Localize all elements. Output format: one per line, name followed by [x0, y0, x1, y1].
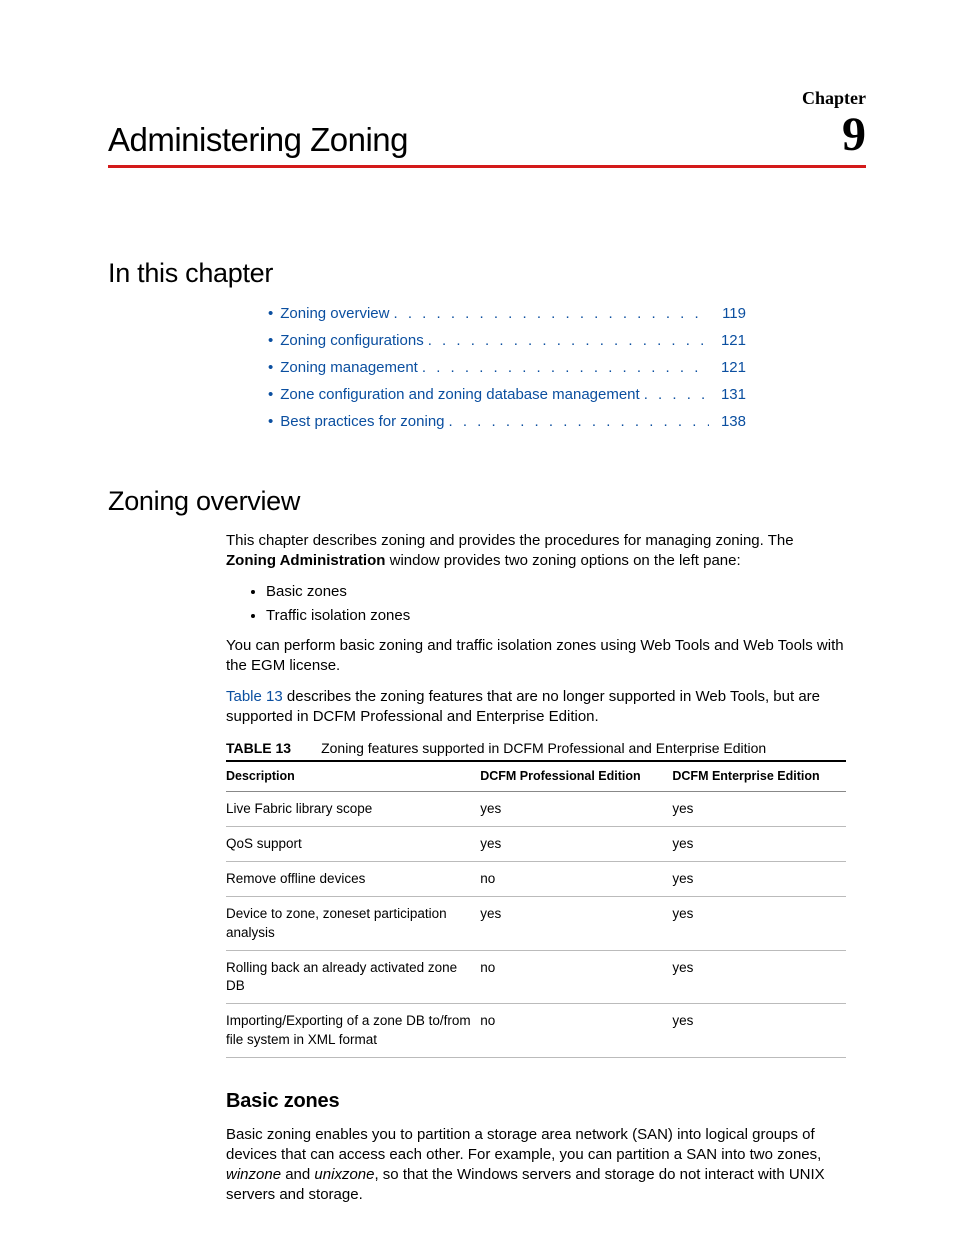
col-header: Description	[226, 761, 480, 791]
cell: yes	[480, 897, 672, 950]
features-table: Description DCFM Professional Edition DC…	[226, 760, 846, 1058]
table-ref-link[interactable]: Table 13	[226, 688, 283, 705]
toc-label: Best practices for zoning	[280, 411, 444, 432]
table-row: Live Fabric library scope yes yes	[226, 791, 846, 826]
toc-page: 138	[721, 411, 746, 432]
cell: Remove offline devices	[226, 862, 480, 897]
overview-paragraph-3: Table 13 describes the zoning features t…	[226, 687, 846, 728]
term-italic: winzone	[226, 1166, 281, 1183]
table-row: Remove offline devices no yes	[226, 862, 846, 897]
table-caption-text: Zoning features supported in DCFM Profes…	[321, 740, 766, 756]
toc-page: 131	[721, 384, 746, 405]
cell: QoS support	[226, 826, 480, 861]
bullet-icon: •	[268, 303, 273, 324]
table-row: Device to zone, zoneset participation an…	[226, 897, 846, 950]
overview-bullets: Basic zones Traffic isolation zones	[226, 582, 846, 627]
cell: Rolling back an already activated zone D…	[226, 950, 480, 1003]
cell: no	[480, 1004, 672, 1057]
cell: yes	[672, 791, 846, 826]
text: This chapter describes zoning and provid…	[226, 532, 794, 549]
list-item: Basic zones	[266, 582, 846, 602]
cell: yes	[672, 862, 846, 897]
cell: yes	[672, 1004, 846, 1057]
basic-zones-paragraph: Basic zoning enables you to partition a …	[226, 1125, 846, 1206]
toc-page: 119	[722, 303, 746, 324]
cell: Live Fabric library scope	[226, 791, 480, 826]
chapter-title-row: Administering Zoning 9	[108, 111, 866, 168]
cell: Device to zone, zoneset participation an…	[226, 897, 480, 950]
toc-dots: . . . . . . . . . . . . . . . . . . . . …	[393, 303, 710, 324]
heading-in-this-chapter: In this chapter	[108, 258, 866, 289]
toc-item[interactable]: • Zoning management . . . . . . . . . . …	[268, 357, 746, 378]
col-header: DCFM Professional Edition	[480, 761, 672, 791]
cell: no	[480, 950, 672, 1003]
cell: yes	[480, 791, 672, 826]
overview-paragraph-1: This chapter describes zoning and provid…	[226, 531, 846, 572]
chapter-label: Chapter	[108, 88, 866, 109]
heading-basic-zones: Basic zones	[226, 1088, 846, 1115]
cell: yes	[672, 897, 846, 950]
bullet-icon: •	[268, 384, 273, 405]
table-row: QoS support yes yes	[226, 826, 846, 861]
toc-item[interactable]: • Zone configuration and zoning database…	[268, 384, 746, 405]
toc-label: Zoning configurations	[280, 330, 423, 351]
term-italic: unixzone	[314, 1166, 374, 1183]
table-header-row: Description DCFM Professional Edition DC…	[226, 761, 846, 791]
bullet-icon: •	[268, 411, 273, 432]
text: and	[281, 1166, 314, 1183]
bullet-icon: •	[268, 357, 273, 378]
toc-dots: . . . . . . . . . . . . . . . . . . . . …	[422, 357, 709, 378]
overview-paragraph-2: You can perform basic zoning and traffic…	[226, 636, 846, 677]
bullet-icon: •	[268, 330, 273, 351]
toc-dots: . . . . . . . . . . . . . . . . . . . . …	[449, 411, 709, 432]
toc-dots: . . . . . . . . . . . . . .	[644, 384, 709, 405]
table-row: Rolling back an already activated zone D…	[226, 950, 846, 1003]
chapter-number: 9	[842, 111, 866, 159]
toc-item[interactable]: • Zoning overview . . . . . . . . . . . …	[268, 303, 746, 324]
toc-label: Zone configuration and zoning database m…	[280, 384, 639, 405]
toc-list: • Zoning overview . . . . . . . . . . . …	[268, 303, 746, 432]
toc-item[interactable]: • Zoning configurations . . . . . . . . …	[268, 330, 746, 351]
toc-dots: . . . . . . . . . . . . . . . . . . . . …	[428, 330, 709, 351]
table-row: Importing/Exporting of a zone DB to/from…	[226, 1004, 846, 1057]
table-caption-label: TABLE 13	[226, 740, 291, 756]
table-caption: TABLE 13 Zoning features supported in DCF…	[226, 739, 846, 758]
toc-label: Zoning overview	[280, 303, 389, 324]
cell: Importing/Exporting of a zone DB to/from…	[226, 1004, 480, 1057]
toc-label: Zoning management	[280, 357, 418, 378]
chapter-title: Administering Zoning	[108, 121, 408, 159]
cell: yes	[672, 950, 846, 1003]
cell: no	[480, 862, 672, 897]
cell: yes	[672, 826, 846, 861]
text: Basic zoning enables you to partition a …	[226, 1126, 821, 1163]
heading-zoning-overview: Zoning overview	[108, 486, 866, 517]
text: describes the zoning features that are n…	[226, 688, 820, 725]
col-header: DCFM Enterprise Edition	[672, 761, 846, 791]
toc-page: 121	[721, 330, 746, 351]
list-item: Traffic isolation zones	[266, 606, 846, 626]
toc-item[interactable]: • Best practices for zoning . . . . . . …	[268, 411, 746, 432]
text: window provides two zoning options on th…	[385, 552, 740, 569]
toc-page: 121	[721, 357, 746, 378]
text-bold: Zoning Administration	[226, 552, 385, 569]
cell: yes	[480, 826, 672, 861]
